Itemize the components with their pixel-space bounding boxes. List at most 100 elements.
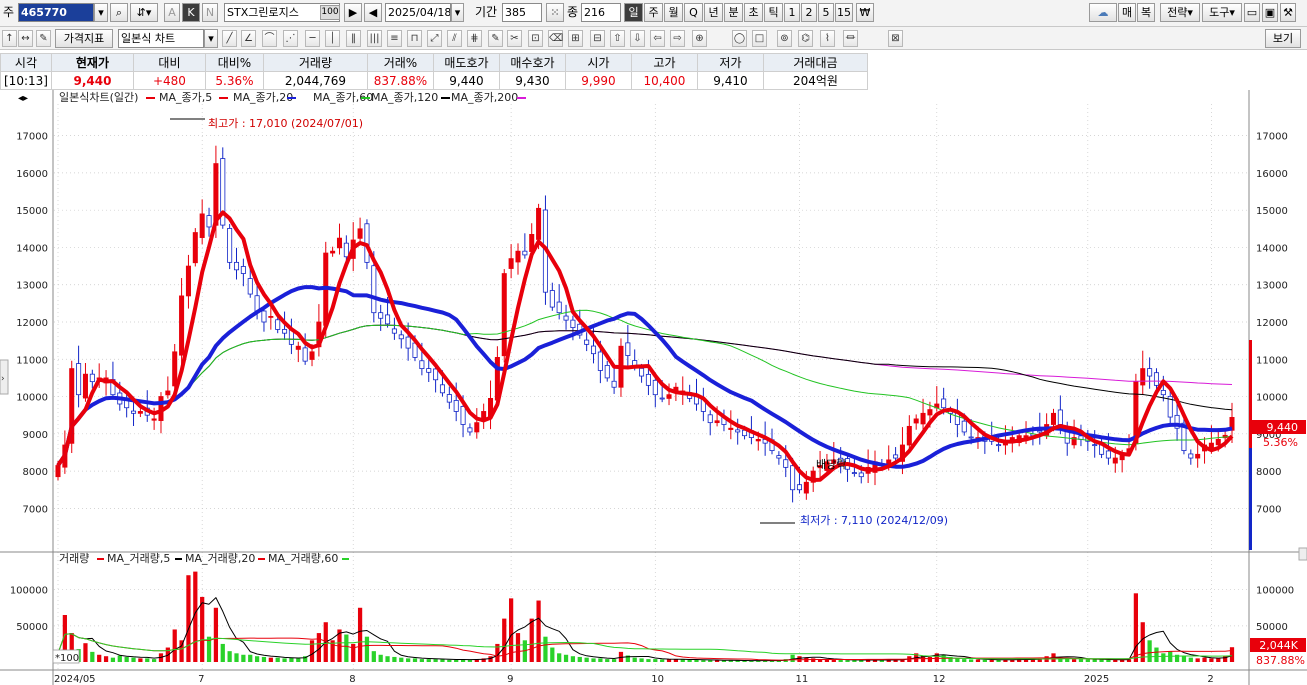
drawing-tool-icon-31[interactable]: ⊠ [888,30,903,47]
drawing-tool-icon-12[interactable]: ⫽ [447,30,462,47]
drawing-tool-icon-15[interactable]: ✂ [507,30,522,47]
timeframe-day[interactable]: 일 [624,3,643,22]
price-indicator-button[interactable]: 가격지표 [55,29,113,48]
drawing-tool-icon-19[interactable]: ⊟ [590,30,605,47]
price-tick-right: 7000 [1256,504,1281,515]
volume-bar [447,659,452,662]
date-input[interactable]: 2025/04/18 [385,3,451,22]
drawing-tool-icon-23[interactable]: ⇨ [670,30,685,47]
drawing-tool-icon-21[interactable]: ⇩ [630,30,645,47]
buy-button[interactable]: 매 [1118,3,1136,22]
drawing-tool-icon-4[interactable]: ⋰ [283,30,298,47]
hdr-bid: 매수호가 [498,53,566,72]
timeframe-month[interactable]: 월 [664,3,683,22]
drawing-tool-icon-25[interactable]: ◯ [732,30,747,47]
candle-body [227,228,233,263]
drawing-tool-icon-1[interactable]: ╱ [222,30,237,47]
count-input[interactable]: 216 [581,3,621,22]
save-icon[interactable]: ▣ [1262,3,1278,22]
toggle-k[interactable]: K [182,3,200,22]
copy-button[interactable]: 복 [1137,3,1155,22]
sort-icon[interactable]: ⇵▾ [130,3,158,22]
right-panel-handle[interactable] [1298,547,1307,561]
drawing-tool-icon-30[interactable]: ⏛ [843,30,858,47]
volume-bar [83,643,88,662]
interval-1[interactable]: 1 [784,3,800,22]
drawing-tool-icon-11[interactable]: ⤢ [427,30,442,47]
volume-bar [790,654,795,662]
legend-swatch-ma120 [441,97,450,99]
drawing-tool-icon-6[interactable]: │ [325,30,340,47]
next-arrow-icon[interactable]: ▶ [344,3,362,22]
drawing-tool-icon-13[interactable]: ⋕ [467,30,482,47]
volume-bar [708,660,713,662]
candle-body [82,373,88,399]
toggle-n[interactable]: N [202,3,218,22]
date-dropdown-icon[interactable]: ▾ [451,3,464,22]
chart-type-dropdown-icon[interactable]: ▾ [204,29,218,48]
candle-body [590,345,597,355]
open-icon[interactable]: ▭ [1244,3,1260,22]
timeframe-quarter[interactable]: Q [684,3,703,22]
arrow-up-icon[interactable]: ↑ [2,30,17,47]
view-button[interactable]: 보기 [1265,29,1301,48]
stock-code-input[interactable]: 465770 [18,3,94,22]
drawing-tool-icon-24[interactable]: ⊕ [692,30,707,47]
volume-bar [550,647,555,662]
strategy-button[interactable]: 전략▾ [1160,3,1200,22]
val-time: [10:13] [0,71,52,90]
toggle-a[interactable]: A [164,3,180,22]
drawing-tool-icon-2[interactable]: ∠ [241,30,256,47]
drawing-tool-icon-10[interactable]: ⊓ [407,30,422,47]
drawing-tool-icon-28[interactable]: ⌬ [798,30,813,47]
search-icon[interactable]: ⌕ [110,3,128,22]
tools-button[interactable]: 도구▾ [1202,3,1242,22]
drawing-tool-icon-18[interactable]: ⊞ [568,30,583,47]
edit-icon[interactable]: ✎ [36,30,51,47]
interval-5[interactable]: 5 [818,3,834,22]
drawing-tool-icon-22[interactable]: ⇦ [650,30,665,47]
drawing-tool-icon-16[interactable]: ⊡ [528,30,543,47]
volume-bar [653,659,658,662]
code-dropdown-icon[interactable]: ▾ [94,3,108,22]
drawing-tool-icon-17[interactable]: ⌫ [548,30,563,47]
volume-bar [721,660,727,662]
timeframe-tick[interactable]: 틱 [764,3,783,22]
interval-2[interactable]: 2 [801,3,817,22]
chart-type-select[interactable]: 일본식 차트 [118,29,204,48]
drawing-tool-icon-27[interactable]: ⊚ [777,30,792,47]
drawing-tool-icon-20[interactable]: ⇧ [610,30,625,47]
drawing-tool-icon-7[interactable]: ‖ [346,30,361,47]
prev-arrow-icon[interactable]: ◀ [364,3,382,22]
timeframe-week[interactable]: 주 [644,3,663,22]
change-pct-text: 5.36% [1263,436,1298,449]
period-input[interactable]: 385 [502,3,542,22]
scroll-arrows-icon[interactable]: ◂▸ [18,93,28,104]
timeframe-minute[interactable]: 분 [724,3,743,22]
volume-bar [220,643,225,662]
wrench-icon[interactable]: ⚒ [1280,3,1296,22]
drawing-tool-icon-3[interactable]: ⌒ [262,30,277,47]
expand-icon[interactable]: ↔ [18,30,33,47]
timeframe-second[interactable]: 초 [744,3,763,22]
candle-body [1050,412,1057,425]
timeframe-year[interactable]: 년 [704,3,723,22]
drawing-tool-icon-5[interactable]: ─ [305,30,320,47]
volume-pct-text: 837.88% [1256,654,1305,667]
drawing-tool-icon-8[interactable]: ||| [367,30,382,47]
volume-bar [646,659,651,662]
cloud-icon[interactable]: ☁ [1089,3,1117,22]
stock-chart[interactable]: 17000 17000 16000 16000 15000 15000 14000 14000… [0,90,1307,685]
candle-body [89,373,95,383]
drawing-tool-icon-14[interactable]: ✎ [488,30,503,47]
interval-15[interactable]: 15 [835,3,853,22]
price-tick-left: 13000 [16,281,48,292]
time-tick-label: 2025 [1084,674,1109,685]
grid-icon[interactable]: ⁙ [546,3,564,22]
drawing-tool-icon-26[interactable]: □ [752,30,767,47]
drawing-tool-icon-9[interactable]: ≡ [387,30,402,47]
currency-icon[interactable]: ₩ [856,3,874,22]
candle-body [282,329,288,334]
drawing-tool-icon-29[interactable]: ⌇ [820,30,835,47]
candle-body [165,390,171,396]
